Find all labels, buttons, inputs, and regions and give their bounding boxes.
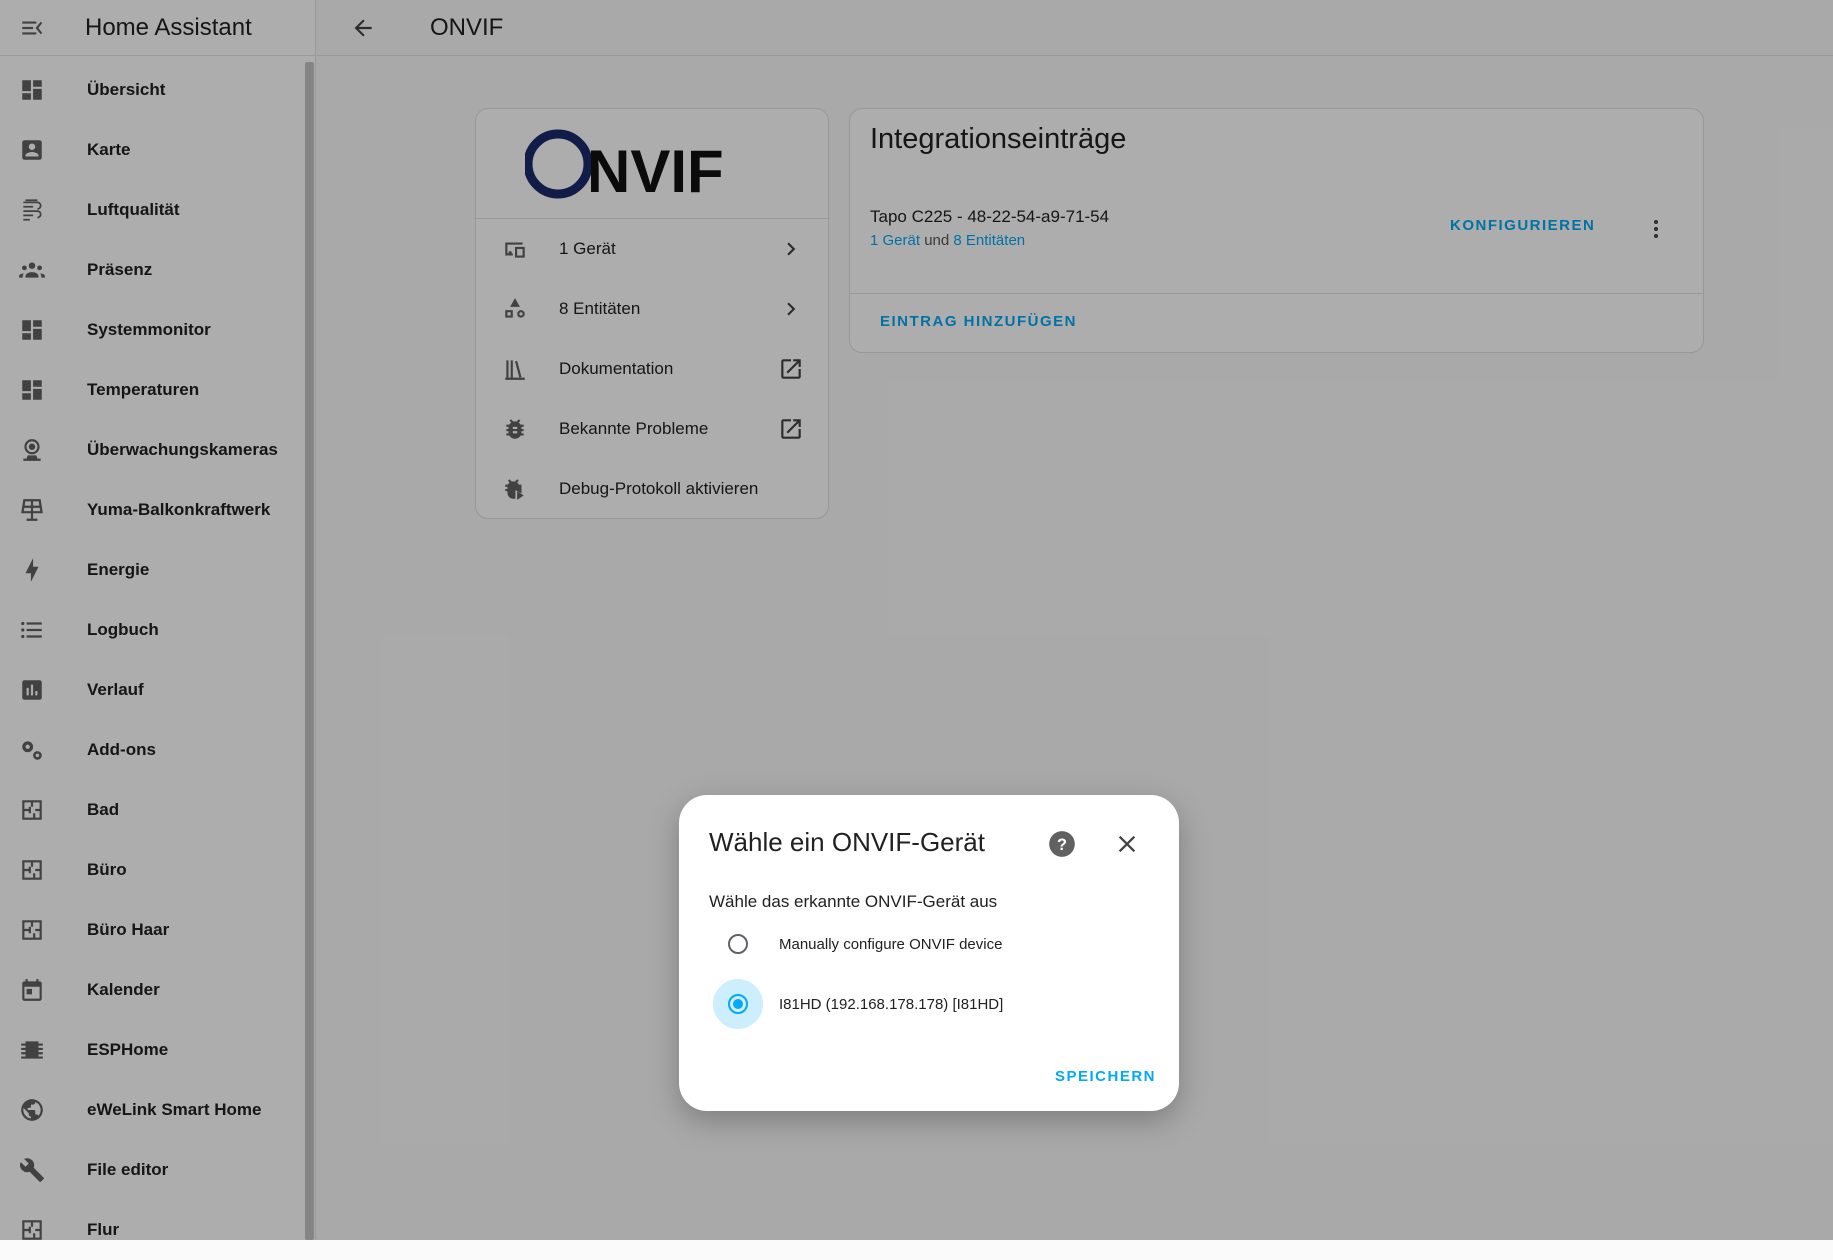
radio-option-manual[interactable]: Manually configure ONVIF device — [713, 919, 1002, 969]
radio-dot — [733, 999, 743, 1009]
radio-button[interactable] — [713, 919, 763, 969]
radio-option-i81hd[interactable]: I81HD (192.168.178.178) [I81HD] — [713, 979, 1003, 1029]
radio-label: Manually configure ONVIF device — [779, 935, 1003, 953]
radio-circle — [728, 994, 748, 1014]
svg-text:?: ? — [1057, 836, 1067, 854]
radio-button-selected[interactable] — [713, 979, 763, 1029]
radio-label: I81HD (192.168.178.178) [I81HD] — [779, 995, 1004, 1013]
choose-device-dialog: Wähle ein ONVIF-Gerät ? Wähle das erkann… — [679, 795, 1179, 1111]
radio-circle — [728, 934, 748, 954]
dialog-title: Wähle ein ONVIF-Gerät — [709, 827, 985, 857]
close-icon[interactable] — [1112, 829, 1142, 859]
help-circle-icon[interactable]: ? — [1047, 829, 1077, 859]
dialog-description: Wähle das erkannte ONVIF-Gerät aus — [709, 892, 998, 911]
save-button[interactable]: SPEICHERN — [1055, 1068, 1156, 1085]
